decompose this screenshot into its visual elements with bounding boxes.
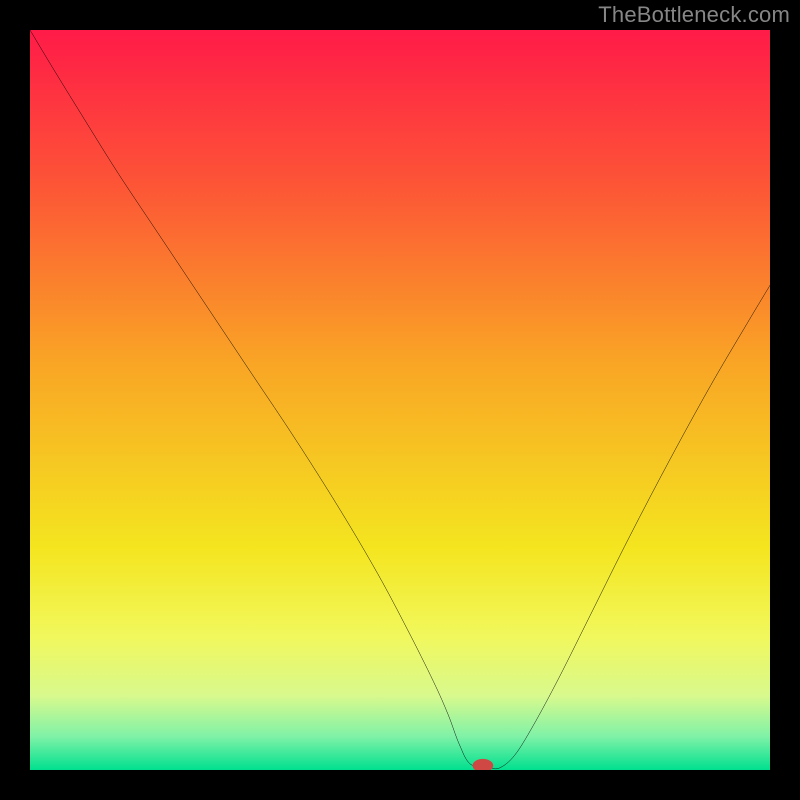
bottleneck-plot — [30, 30, 770, 770]
gradient-background — [30, 30, 770, 770]
plot-svg — [30, 30, 770, 770]
watermark-text: TheBottleneck.com — [598, 2, 790, 28]
chart-frame: TheBottleneck.com — [0, 0, 800, 800]
